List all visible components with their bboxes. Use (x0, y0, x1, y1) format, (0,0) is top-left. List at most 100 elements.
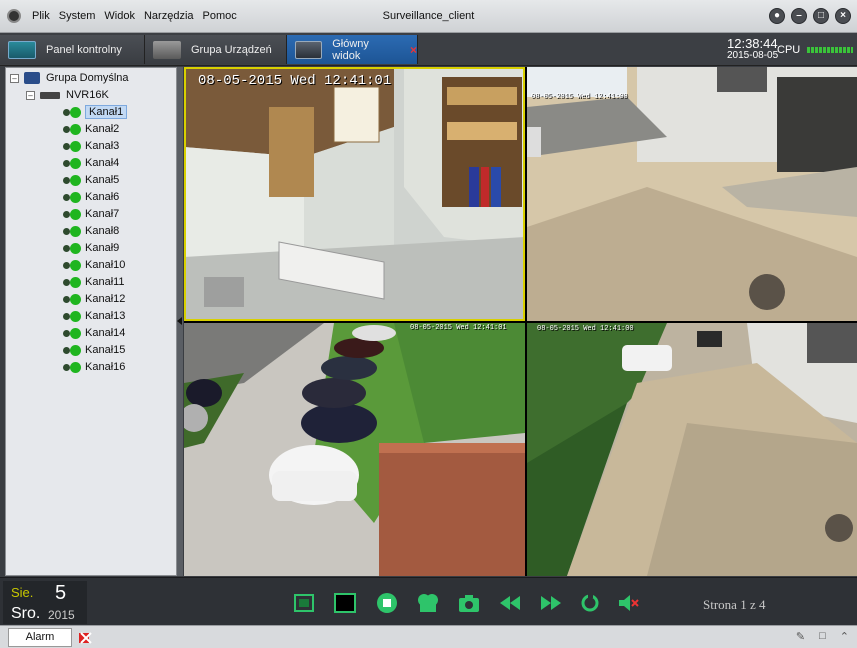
tree-channel-node[interactable]: Kanał2 (63, 121, 119, 137)
menu-narzedzia[interactable]: Narzędzia (144, 10, 194, 22)
snapshot-icon (459, 595, 479, 612)
mute-icon (619, 595, 639, 611)
tree-channel-node[interactable]: Kanał7 (63, 206, 119, 222)
rewind-icon (500, 596, 520, 610)
camera-feed-office (184, 67, 525, 321)
stop-icon (377, 593, 397, 613)
tree-device-node[interactable]: – NVR16K (26, 87, 109, 103)
tree-channel-node[interactable]: Kanał9 (63, 240, 119, 256)
fullscreen-button[interactable] (292, 592, 316, 614)
device-label: NVR16K (66, 89, 109, 101)
single-view-button[interactable] (333, 592, 357, 614)
menu-plik[interactable]: Plik (32, 10, 50, 22)
collapse-arrow-icon[interactable] (177, 317, 182, 325)
tab-grupa-urzadzen[interactable]: Grupa Urządzeń (145, 35, 287, 64)
camera-channel-icon (63, 140, 81, 152)
channel-label: Kanał6 (85, 191, 120, 203)
tree-channel-node[interactable]: Kanał8 (63, 223, 119, 239)
record-button[interactable] (416, 592, 440, 614)
tab-glowny-widok[interactable]: Główny widok × (287, 35, 418, 64)
tree-channel-node[interactable]: Kanał3 (63, 138, 119, 154)
tree-channel-node[interactable]: Kanał14 (63, 325, 125, 341)
device-group-icon (153, 40, 181, 59)
collapse-panel-icon[interactable]: ⌃ (840, 630, 849, 643)
forward-button[interactable] (539, 592, 563, 614)
video-cell-3[interactable]: 08-05-2015 Wed 12:41:01 (184, 323, 525, 576)
tree-channel-node[interactable]: Kanał16 (63, 359, 125, 375)
tree-channel-node[interactable]: Kanał13 (63, 308, 125, 324)
tree-channel-node[interactable]: Kanał15 (63, 342, 125, 358)
camera-4-timestamp: 08-05-2015 Wed 12:41:00 (537, 325, 634, 333)
camera-channel-icon (63, 157, 81, 169)
fullscreen-icon (294, 594, 314, 612)
snapshot-button[interactable] (457, 592, 481, 614)
group-label: Grupa Domyślna (46, 72, 129, 84)
tab-close-icon[interactable]: × (410, 43, 417, 57)
date-display: Sie. 5 Sro. 2015 (3, 581, 87, 624)
title-bar: Plik System Widok Narzędzia Pomoc Survei… (0, 0, 857, 33)
menu-bar: Plik System Widok Narzędzia Pomoc (32, 10, 237, 22)
tab-label: Grupa Urządzeń (191, 43, 272, 56)
video-grid: 08-05-2015 Wed 12:41:01 08-05-2015 Wed 1… (184, 67, 857, 576)
camera-channel-icon (63, 310, 81, 322)
cpu-meter (807, 47, 853, 53)
window-title: Surveillance_client (382, 10, 475, 22)
maximize-icon[interactable]: □ (813, 8, 829, 24)
channel-label: Kanał7 (85, 208, 120, 220)
alarm-icon[interactable] (78, 630, 92, 644)
camera-feed-parking (184, 323, 525, 576)
tree-channel-node[interactable]: Kanał6 (63, 189, 119, 205)
rewind-button[interactable] (498, 592, 522, 614)
tree-channel-node[interactable]: Kanał12 (63, 291, 125, 307)
refresh-button[interactable] (578, 592, 602, 614)
channel-label: Kanał14 (85, 327, 126, 339)
tree-channel-node[interactable]: Kanał11 (63, 274, 125, 290)
app-logo-icon (7, 9, 21, 23)
camera-channel-icon (63, 293, 81, 305)
sidebar-splitter[interactable] (177, 67, 183, 576)
close-icon[interactable]: × (835, 8, 851, 24)
tree-channel-node[interactable]: Kanał10 (63, 257, 125, 273)
date-year: 2015 (48, 608, 75, 622)
menu-widok[interactable]: Widok (104, 10, 135, 22)
camera-channel-icon (63, 191, 81, 203)
lock-icon[interactable]: ● (769, 8, 785, 24)
collapse-icon[interactable]: – (10, 73, 19, 83)
restore-panel-icon[interactable]: □ (819, 630, 826, 643)
video-cell-4[interactable]: 08-05-2015 Wed 12:41:00 (527, 323, 857, 576)
pin-icon[interactable]: ✎ (796, 630, 805, 643)
video-cell-2[interactable]: 08-05-2015 Wed 12:41:00 (527, 67, 857, 321)
camera-channel-icon (63, 276, 81, 288)
channel-label: Kanał10 (85, 259, 126, 271)
camera-channel-icon (63, 259, 81, 271)
camera-3-timestamp: 08-05-2015 Wed 12:41:01 (410, 324, 507, 332)
channel-label: Kanał9 (85, 242, 120, 254)
camera-channel-icon (63, 242, 81, 254)
surveillance-client-window: Plik System Widok Narzędzia Pomoc Survei… (0, 0, 857, 648)
alarm-tab[interactable]: Alarm (8, 628, 72, 647)
mute-button[interactable] (617, 592, 641, 614)
camera-feed-courtyard (527, 67, 857, 321)
minimize-icon[interactable]: – (791, 8, 807, 24)
menu-system[interactable]: System (59, 10, 96, 22)
nvr-icon (40, 91, 60, 99)
channel-label: Kanał15 (85, 344, 126, 356)
monitor-panel-icon (8, 40, 36, 59)
menu-pomoc[interactable]: Pomoc (203, 10, 237, 22)
page-indicator: Strona 1 z 4 (703, 597, 766, 612)
group-icon (24, 72, 40, 84)
camera-channel-icon (63, 327, 81, 339)
camera-channel-icon (63, 361, 81, 373)
tree-channel-node[interactable]: Kanał5 (63, 172, 119, 188)
collapse-icon[interactable]: – (26, 90, 35, 100)
record-icon (418, 594, 438, 612)
channel-label: Kanał13 (85, 310, 126, 322)
tree-channel-node[interactable]: Kanał1 (63, 104, 128, 120)
video-cell-1[interactable]: 08-05-2015 Wed 12:41:01 (184, 67, 525, 321)
stop-button[interactable] (375, 592, 399, 614)
clock-time: 12:38:44 (727, 36, 778, 51)
tab-panel-kontrolny[interactable]: Panel kontrolny (0, 35, 145, 64)
tree-channel-node[interactable]: Kanał4 (63, 155, 119, 171)
tree-group-node[interactable]: – Grupa Domyślna (10, 70, 129, 86)
camera-channel-icon (63, 123, 81, 135)
